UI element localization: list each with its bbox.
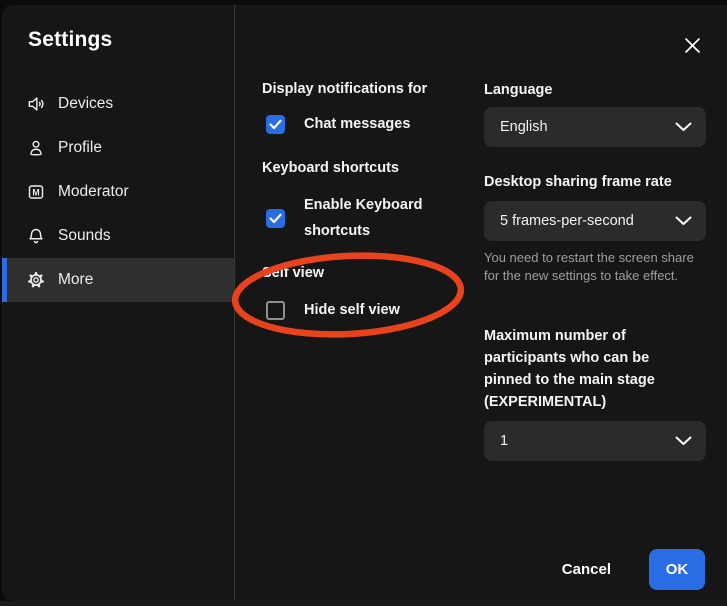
settings-dialog: Settings Devices Profile M Moderator: [2, 5, 727, 601]
sidebar-item-label: Sounds: [58, 227, 111, 245]
sidebar-item-label: Profile: [58, 139, 102, 157]
max-pinned-value: 1: [500, 433, 675, 449]
self-view-heading: Self view: [262, 265, 324, 281]
checkmark-icon: [269, 213, 282, 224]
language-label: Language: [484, 82, 552, 98]
sidebar-item-profile[interactable]: Profile: [2, 126, 234, 170]
max-pinned-dropdown[interactable]: 1: [484, 421, 706, 461]
hide-self-view-label: Hide self view: [304, 297, 400, 323]
sidebar-item-more[interactable]: More: [2, 258, 234, 302]
enable-keyboard-shortcuts-checkbox[interactable]: [266, 209, 285, 228]
language-dropdown[interactable]: English: [484, 107, 706, 147]
chat-messages-checkbox[interactable]: [266, 115, 285, 134]
keyboard-shortcuts-heading: Keyboard shortcuts: [262, 160, 399, 176]
max-pinned-label: Maximum number of participants who can b…: [484, 325, 680, 413]
bell-icon: [26, 226, 46, 246]
chat-messages-row: Chat messages: [266, 111, 410, 137]
backdrop-strip: [0, 601, 727, 606]
hide-self-view-row: Hide self view: [266, 297, 400, 323]
sidebar-item-devices[interactable]: Devices: [2, 82, 234, 126]
moderator-badge-icon: M: [26, 182, 46, 202]
chevron-down-icon: [675, 436, 692, 446]
dialog-title: Settings: [28, 28, 112, 52]
person-icon: [26, 138, 46, 158]
chevron-down-icon: [675, 216, 692, 226]
selection-accent-bar: [2, 214, 7, 258]
ok-button[interactable]: OK: [649, 549, 705, 590]
checkmark-icon: [269, 119, 282, 130]
hide-self-view-checkbox[interactable]: [266, 301, 285, 320]
selection-accent-bar: [2, 258, 7, 302]
sidebar-item-label: More: [58, 271, 93, 289]
notifications-heading: Display notifications for: [262, 81, 427, 97]
sidebar-item-sounds[interactable]: Sounds: [2, 214, 234, 258]
speaker-icon: [26, 94, 46, 114]
sidebar-item-moderator[interactable]: M Moderator: [2, 170, 234, 214]
close-icon: [684, 37, 701, 54]
frame-rate-dropdown[interactable]: 5 frames-per-second: [484, 201, 706, 241]
close-button[interactable]: [678, 31, 706, 59]
sidebar-item-label: Devices: [58, 95, 113, 113]
frame-rate-value: 5 frames-per-second: [500, 213, 675, 229]
svg-text:M: M: [32, 187, 39, 197]
language-value: English: [500, 119, 675, 135]
selection-accent-bar: [2, 170, 7, 214]
gear-icon: [26, 270, 46, 290]
chevron-down-icon: [675, 122, 692, 132]
selection-accent-bar: [2, 126, 7, 170]
restart-note: You need to restart the screen share for…: [484, 249, 696, 285]
sidebar-item-label: Moderator: [58, 183, 129, 201]
chat-messages-label: Chat messages: [304, 111, 410, 137]
cancel-button[interactable]: Cancel: [562, 561, 611, 578]
selection-accent-bar: [2, 82, 7, 126]
dialog-footer: Cancel OK: [562, 548, 705, 590]
enable-keyboard-shortcuts-row: Enable Keyboard shortcuts: [266, 192, 436, 244]
desktop-sharing-label: Desktop sharing frame rate: [484, 174, 672, 190]
enable-keyboard-shortcuts-label: Enable Keyboard shortcuts: [304, 192, 436, 244]
sidebar-divider: [234, 5, 235, 601]
